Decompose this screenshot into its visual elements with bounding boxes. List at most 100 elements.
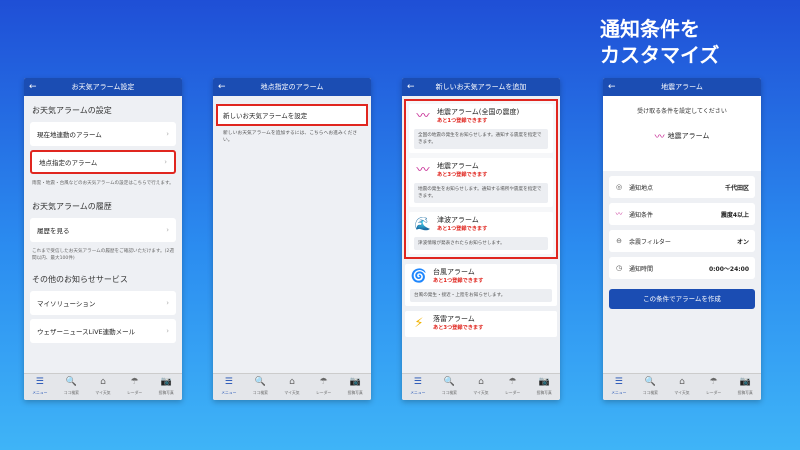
- tab-home[interactable]: ⌂ マイ天気: [276, 374, 308, 400]
- seismic-wave-icon: 〰: [654, 132, 665, 143]
- screen-title: お天気アラーム設定: [71, 83, 135, 91]
- home-icon: ⌂: [289, 377, 295, 387]
- tab-label: メニュー: [410, 390, 426, 395]
- seismic-wave-icon: 〰: [416, 109, 430, 124]
- tab-camera[interactable]: 📷 投稿写真: [729, 374, 761, 400]
- tab-label: レーダー: [705, 390, 722, 395]
- new-alarm-description: 新しいお天気アラームを追加するには、こちらへお進みください。: [223, 131, 358, 143]
- alarm-option-lightning[interactable]: ⚡ 落雷アラーム あと3つ登録できます: [405, 311, 557, 337]
- search-icon: 🔍: [65, 377, 77, 387]
- tab-bar: ☰ メニュー 🔍 ココ検索 ⌂ マイ天気 ☂ レーダー 📷 投稿写真: [24, 373, 182, 400]
- setting-row-aftershock-filter[interactable]: ⊖ 余震フィルター オン: [609, 230, 755, 252]
- highlighted-alarm-group: 〰 地震アラーム(全国の震度) あと1つ登録できます 全国の地震の発生をお知らせ…: [404, 99, 558, 259]
- radar-icon: ☂: [709, 377, 718, 387]
- tab-search[interactable]: 🔍 ココ検索: [635, 374, 667, 400]
- tab-label: マイ天気: [284, 390, 300, 395]
- alarm-remaining: あと3つ登録できます: [437, 172, 488, 178]
- tab-radar[interactable]: ☂ レーダー: [119, 374, 151, 400]
- radar-icon: ☂: [508, 377, 517, 387]
- tab-radar[interactable]: ☂ レーダー: [308, 374, 340, 400]
- tab-camera[interactable]: 📷 投稿写真: [150, 374, 182, 400]
- section-title-other-services: その他のお知らせサービス: [32, 275, 128, 284]
- menu-icon: ☰: [614, 377, 623, 387]
- tab-label: 投稿写真: [536, 390, 552, 395]
- menu-item-my-solution[interactable]: マイソリューション ›: [30, 291, 176, 315]
- tab-label: 投稿写真: [737, 390, 753, 395]
- tab-home[interactable]: ⌂ マイ天気: [465, 374, 497, 400]
- header-bar: ← 地震アラーム: [603, 78, 761, 96]
- alarm-remaining: あと3つ登録できます: [433, 325, 484, 331]
- tab-label: レーダー: [315, 390, 332, 395]
- create-alarm-button[interactable]: この条件でアラームを作成: [609, 289, 755, 309]
- setting-row-notify-time[interactable]: ◷ 通知時間 0:00〜24:00: [609, 257, 755, 279]
- search-icon: 🔍: [644, 377, 656, 387]
- tab-search[interactable]: 🔍 ココ検索: [245, 374, 277, 400]
- tab-menu[interactable]: ☰ メニュー: [213, 374, 245, 400]
- menu-item-point-alarm[interactable]: 地点指定のアラーム ›: [30, 150, 176, 174]
- tab-label: メニュー: [32, 390, 48, 395]
- setting-row-location[interactable]: ◎ 通知地点 千代田区: [609, 176, 755, 198]
- home-icon: ⌂: [679, 377, 685, 387]
- history-note: これまで受信したお天気アラームの履歴をご確認いただけます。(2週間以内、最大10…: [32, 249, 174, 261]
- radar-icon: ☂: [319, 377, 328, 387]
- tab-menu[interactable]: ☰ メニュー: [402, 374, 434, 400]
- phone-screen-point-alarm: ← 地点指定のアラーム 新しいお天気アラームを設定 新しいお天気アラームを追加す…: [213, 78, 371, 400]
- new-alarm-button[interactable]: 新しいお天気アラームを設定: [216, 104, 368, 126]
- tab-menu[interactable]: ☰ メニュー: [24, 374, 56, 400]
- menu-item-live-mail[interactable]: ウェザーニュースLiVE連動メール ›: [30, 319, 176, 343]
- alarm-name: 台風アラーム: [433, 268, 475, 276]
- alarm-info: 全国の地震の発生をお知らせします。通知する震度を指定できます。: [414, 129, 548, 149]
- tab-radar[interactable]: ☂ レーダー: [698, 374, 730, 400]
- promo-headline: 通知条件を カスタマイズ: [600, 16, 790, 68]
- headline-line-2: カスタマイズ: [600, 43, 720, 67]
- screen-title: 地震アラーム: [661, 83, 703, 91]
- camera-icon: 📷: [739, 377, 751, 387]
- tab-label: ココ検索: [252, 390, 268, 395]
- alarm-option-typhoon[interactable]: 🌀 台風アラーム あと1つ登録できます 台風の発生・接近・上陸をお知らせします。: [405, 264, 557, 306]
- alarm-option-tsunami[interactable]: 🌊 津波アラーム あと1つ登録できます 津波情報が発表されたらお知らせします。: [409, 212, 553, 254]
- tab-home[interactable]: ⌂ マイ天気: [666, 374, 698, 400]
- alarm-option-quake[interactable]: 〰 地震アラーム あと3つ登録できます 地震の発生をお知らせします。通知する場所…: [409, 158, 553, 207]
- menu-item-view-history[interactable]: 履歴を見る ›: [30, 218, 176, 242]
- tab-bar: ☰ メニュー 🔍 ココ検索 ⌂ マイ天気 ☂ レーダー 📷 投稿写真: [603, 373, 761, 400]
- alarm-type-label: 〰 地震アラーム: [603, 128, 761, 144]
- settings-note: 雨雲・地震・台風などのお天気アラームの設定はこちらで行えます。: [32, 181, 174, 186]
- back-arrow-icon[interactable]: ←: [407, 81, 415, 93]
- tab-bar: ☰ メニュー 🔍 ココ検索 ⌂ マイ天気 ☂ レーダー 📷 投稿写真: [402, 373, 560, 400]
- condition-prompt: 受け取る条件を設定してください: [637, 108, 727, 115]
- alarm-remaining: あと1つ登録できます: [433, 278, 484, 284]
- tab-radar[interactable]: ☂ レーダー: [497, 374, 529, 400]
- tab-menu[interactable]: ☰ メニュー: [603, 374, 635, 400]
- home-icon: ⌂: [478, 377, 484, 387]
- alarm-info: 津波情報が発表されたらお知らせします。: [414, 237, 548, 250]
- tab-home[interactable]: ⌂ マイ天気: [87, 374, 119, 400]
- back-arrow-icon[interactable]: ←: [218, 81, 226, 93]
- seismic-wave-icon: 〰: [416, 163, 430, 178]
- tab-search[interactable]: 🔍 ココ検索: [56, 374, 88, 400]
- alarm-name: 落雷アラーム: [433, 315, 475, 323]
- menu-icon: ☰: [413, 377, 422, 387]
- seismic-wave-icon: 〰: [615, 210, 623, 218]
- header-bar: ← 新しいお天気アラームを追加: [402, 78, 560, 96]
- chevron-right-icon: ›: [166, 327, 169, 335]
- tab-search[interactable]: 🔍 ココ検索: [434, 374, 466, 400]
- chevron-right-icon: ›: [166, 226, 169, 234]
- section-title-alarm-history: お天気アラームの履歴: [32, 202, 112, 211]
- tab-label: ココ検索: [642, 390, 658, 395]
- tab-label: レーダー: [126, 390, 143, 395]
- menu-item-current-location-alarm[interactable]: 現在地連動のアラーム ›: [30, 122, 176, 146]
- tab-label: 投稿写真: [158, 390, 174, 395]
- tab-camera[interactable]: 📷 投稿写真: [339, 374, 371, 400]
- back-arrow-icon[interactable]: ←: [608, 81, 616, 93]
- tab-label: マイ天気: [473, 390, 489, 395]
- tab-label: メニュー: [221, 390, 237, 395]
- chevron-right-icon: ›: [166, 130, 169, 138]
- setting-row-condition[interactable]: 〰 通知条件 震度4以上: [609, 203, 755, 225]
- back-arrow-icon[interactable]: ←: [29, 81, 37, 93]
- tab-bar: ☰ メニュー 🔍 ココ検索 ⌂ マイ天気 ☂ レーダー 📷 投稿写真: [213, 373, 371, 400]
- tab-label: 投稿写真: [347, 390, 363, 395]
- chevron-right-icon: ›: [166, 299, 169, 307]
- tab-camera[interactable]: 📷 投稿写真: [528, 374, 560, 400]
- alarm-option-nationwide-quake[interactable]: 〰 地震アラーム(全国の震度) あと1つ登録できます 全国の地震の発生をお知らせ…: [409, 104, 553, 153]
- tab-label: ココ検索: [441, 390, 457, 395]
